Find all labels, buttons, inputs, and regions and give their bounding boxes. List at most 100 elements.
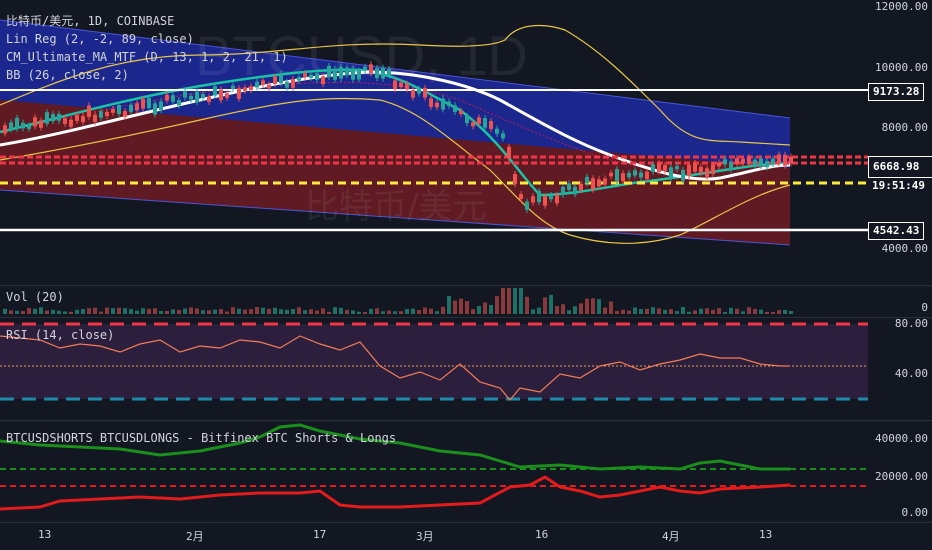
volume-bar [717,308,721,314]
candle-body [183,91,187,98]
candle-body [699,166,703,174]
candle-body [651,164,655,172]
candle-body [405,83,409,90]
shorts-longs-pane[interactable]: BTCUSDSHORTS BTCUSDLONGS - Bitfinex BTC … [0,421,868,521]
candle-body [93,114,97,122]
candle-body [159,101,163,111]
volume-bar [771,311,775,314]
volume-bar [213,309,217,314]
volume-bar [399,311,403,314]
candle-body [303,73,307,77]
shorts-line [0,475,791,511]
volume-legend[interactable]: Vol (20) [6,288,64,306]
candle-body [513,174,517,185]
volume-bar [645,308,649,314]
volume-bar [387,310,391,314]
volume-bar [189,307,193,314]
volume-bar [231,307,235,314]
volume-bar [735,308,739,314]
volume-bar [423,307,427,314]
candle-body [693,163,697,172]
rsi-axis[interactable]: 80.00 40.00 [868,318,932,418]
volume-pane[interactable]: Vol (20) [0,286,868,316]
volume-bar [183,308,187,314]
volume-axis[interactable]: 0 [868,286,932,316]
volume-bar [687,311,691,314]
candle-body [573,186,577,195]
candle-body [135,103,139,111]
candle-body [543,196,547,206]
volume-bar [789,311,793,314]
shorts-longs-tick: 20000.00 [875,470,928,483]
volume-bar [699,308,703,314]
volume-bar [765,311,769,314]
candle-body [201,93,205,99]
volume-bar [693,310,697,314]
volume-bar [177,309,181,314]
candle-body [189,95,193,100]
candle-body [747,157,751,164]
indicator-cm-ma[interactable]: CM_Ultimate_MA_MTF (D, 13, 1, 2, 21, 1) [6,48,288,66]
volume-bar [21,311,25,314]
price-pane[interactable]: BTCUSD, 1D 比特币/美元 比特币/美元, 1D, COINBASE L… [0,0,868,285]
candle-body [423,87,427,98]
shorts-longs-axis[interactable]: 40000.00 20000.00 0.00 [868,421,932,521]
volume-bar [531,309,535,314]
volume-bar [651,307,655,314]
volume-bar [285,309,289,314]
volume-bar [147,308,151,314]
shorts-longs-legend[interactable]: BTCUSDSHORTS BTCUSDLONGS - Bitfinex BTC … [6,429,396,447]
candle-body [663,165,667,171]
candle-body [387,69,391,76]
candle-body [777,154,781,164]
candle-body [363,66,367,71]
volume-bar [99,311,103,314]
volume-bar [129,308,133,314]
price-axis[interactable]: 12000.00 10000.00 8000.00 4000.00 [868,0,932,285]
candle-body [771,158,775,165]
candle-body [369,64,373,74]
candle-body [243,87,247,91]
candle-body [75,114,79,121]
volume-bar [411,308,415,314]
volume-bar [39,307,43,314]
candle-body [399,82,403,88]
candle-body [57,113,61,121]
chart-legend[interactable]: 比特币/美元, 1D, COINBASE Lin Reg (2, -2, 89,… [6,12,288,84]
candle-body [39,120,43,128]
candle-body [687,164,691,177]
volume-bar [207,310,211,314]
symbol-title[interactable]: 比特币/美元, 1D, COINBASE [6,12,288,30]
volume-bar [537,307,541,314]
candle-body [567,183,571,190]
rsi-legend[interactable]: RSI (14, close) [6,326,114,344]
volume-bar [525,296,529,314]
volume-bar [261,307,265,314]
indicator-lin-reg[interactable]: Lin Reg (2, -2, 89, close) [6,30,288,48]
candle-body [393,80,397,90]
volume-bar [243,309,247,314]
volume-bar [783,309,787,314]
volume-bar [597,299,601,314]
candle-body [381,67,385,79]
volume-bar [9,310,13,314]
rsi-pane[interactable]: RSI (14, close) [0,318,868,418]
price-tick: 12000.00 [875,0,928,13]
volume-bar [315,310,319,314]
indicator-bb[interactable]: BB (26, close, 2) [6,66,288,84]
candle-body [621,173,625,182]
level-low-price-tag: 4542.43 [868,222,925,240]
volume-bar [267,308,271,314]
candle-body [465,116,469,124]
volume-bar [327,311,331,314]
volume-bar [369,308,373,314]
candle-body [477,117,481,124]
volume-bar [27,307,31,314]
volume-bar [453,300,457,314]
volume-bar [669,309,673,314]
time-tick: 3月 [416,530,434,543]
volume-bar [291,309,295,314]
candle-body [225,93,229,98]
volume-bar [507,288,511,314]
candle-body [321,76,325,85]
